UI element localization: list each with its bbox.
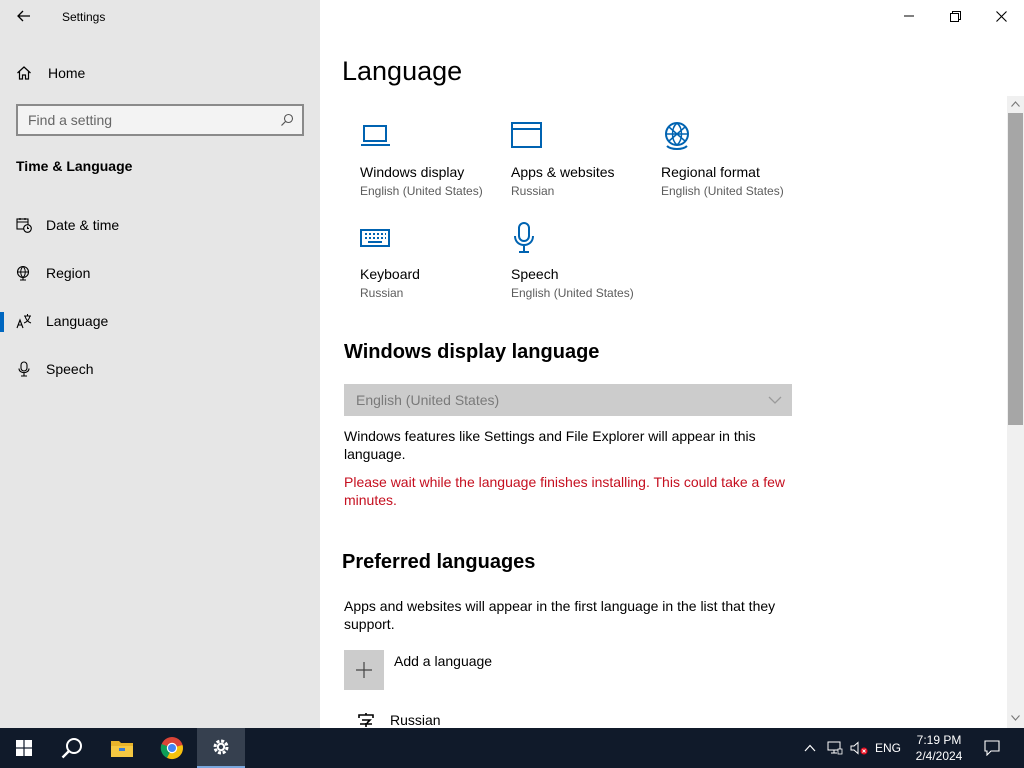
install-warning: Please wait while the language finishes …: [344, 474, 785, 508]
tile-name: Regional format: [661, 164, 760, 180]
close-icon: [995, 10, 1007, 22]
sidebar-item-date-time[interactable]: Date & time: [0, 207, 320, 243]
start-button[interactable]: [0, 728, 48, 768]
restore-button[interactable]: [932, 0, 978, 32]
tile-value: English (United States): [661, 184, 784, 198]
minimize-icon: [904, 15, 914, 17]
tile-name: Apps & websites: [511, 164, 615, 180]
tile-value: Russian: [511, 184, 555, 198]
language-character-icon: [358, 713, 374, 727]
search-icon[interactable]: [280, 113, 294, 127]
chevron-up-icon: [1011, 101, 1020, 107]
tile-name: Keyboard: [360, 266, 420, 282]
chevron-down-icon: [768, 396, 782, 404]
sidebar-item-label: Region: [46, 265, 91, 281]
microphone-icon: [514, 222, 534, 253]
close-button[interactable]: [978, 0, 1024, 32]
scroll-down-button[interactable]: [1007, 710, 1024, 726]
add-language-plus: [344, 650, 384, 690]
preferred-languages-heading: Preferred languages: [342, 551, 536, 573]
sidebar-item-label: Date & time: [46, 217, 120, 233]
action-center-button[interactable]: [976, 728, 1008, 768]
gear-icon: [213, 739, 229, 755]
chevron-up-icon: [804, 744, 816, 752]
vertical-scrollbar[interactable]: [1007, 96, 1024, 728]
network-tray-button[interactable]: [824, 728, 846, 768]
monitor-icon: [361, 125, 390, 146]
chevron-down-icon: [1011, 715, 1020, 721]
sidebar-item-label: Language: [46, 313, 109, 329]
minimize-button[interactable]: [886, 0, 932, 32]
back-button[interactable]: [10, 4, 38, 28]
show-hidden-icons-button[interactable]: [800, 728, 820, 768]
folder-icon: [111, 741, 133, 757]
calendar-clock-icon: [16, 218, 32, 233]
chrome-icon: [160, 737, 183, 760]
tile-value: English (United States): [360, 184, 483, 198]
globe-icon: [665, 122, 689, 150]
chrome-button[interactable]: [148, 728, 196, 768]
taskbar: ENG 7:19 PM 2/4/2024: [0, 728, 1024, 768]
add-language-button[interactable]: Add a language: [344, 650, 492, 690]
taskbar-search-button[interactable]: [48, 728, 96, 768]
search-box[interactable]: [16, 104, 304, 136]
settings-taskbar-button[interactable]: [197, 728, 245, 768]
preferred-languages-description: Apps and websites will appear in the fir…: [344, 598, 776, 632]
window-icon: [511, 122, 542, 148]
page-title: Language: [342, 56, 463, 86]
globe-icon: [16, 265, 30, 281]
add-language-label: Add a language: [394, 653, 493, 669]
network-icon: [827, 741, 843, 755]
language-list-item[interactable]: Russian: [356, 712, 441, 728]
tile-keyboard[interactable]: Keyboard Russian: [360, 222, 510, 300]
tile-name: Speech: [511, 266, 559, 282]
sidebar-item-speech[interactable]: Speech: [0, 351, 320, 387]
sidebar-item-language[interactable]: Language: [0, 303, 320, 339]
tile-regional-format[interactable]: Regional format English (United States): [661, 120, 811, 198]
volume-tray-button[interactable]: [848, 728, 870, 768]
tile-value: English (United States): [511, 286, 634, 300]
volume-muted-icon: [850, 741, 868, 755]
sidebar-item-region[interactable]: Region: [0, 255, 320, 291]
display-language-dropdown[interactable]: English (United States): [344, 384, 792, 416]
clock-time: 7:19 PM: [916, 733, 962, 747]
input-language-indicator[interactable]: ENG: [872, 728, 904, 768]
keyboard-icon: [360, 229, 390, 247]
clock-date: 2/4/2024: [915, 749, 963, 763]
display-language-description: Windows features like Settings and File …: [344, 428, 756, 462]
sidebar-item-label: Speech: [46, 361, 94, 377]
selection-indicator: [0, 312, 4, 332]
scrollbar-thumb[interactable]: [1008, 113, 1023, 425]
plus-icon: [356, 662, 372, 678]
home-label: Home: [48, 65, 86, 81]
app-title: Settings: [62, 10, 106, 24]
sidebar-item-home[interactable]: Home: [16, 60, 85, 86]
search-icon: [61, 738, 82, 759]
section-title: Time & Language: [16, 158, 133, 174]
display-language-heading: Windows display language: [344, 341, 600, 363]
sidebar: Settings Home Time & Language Date & tim…: [0, 0, 320, 728]
dropdown-value: English (United States): [356, 392, 500, 408]
clock[interactable]: 7:19 PM 2/4/2024: [908, 732, 970, 764]
search-input[interactable]: [28, 112, 268, 128]
file-explorer-button[interactable]: [98, 728, 146, 768]
notification-icon: [984, 740, 1000, 756]
tile-speech[interactable]: Speech English (United States): [511, 222, 661, 300]
tile-windows-display[interactable]: Windows display English (United States): [360, 120, 510, 198]
tile-apps-websites[interactable]: Apps & websites Russian: [511, 120, 661, 198]
back-arrow-icon: [17, 10, 30, 22]
language-icon: [16, 314, 32, 329]
home-icon: [17, 66, 31, 80]
restore-icon: [949, 10, 961, 22]
tile-value: Russian: [360, 286, 404, 300]
language-name: Russian: [390, 712, 441, 728]
windows-logo-icon: [16, 740, 32, 756]
scroll-up-button[interactable]: [1007, 96, 1024, 112]
tile-name: Windows display: [360, 164, 465, 180]
microphone-icon: [18, 361, 30, 377]
